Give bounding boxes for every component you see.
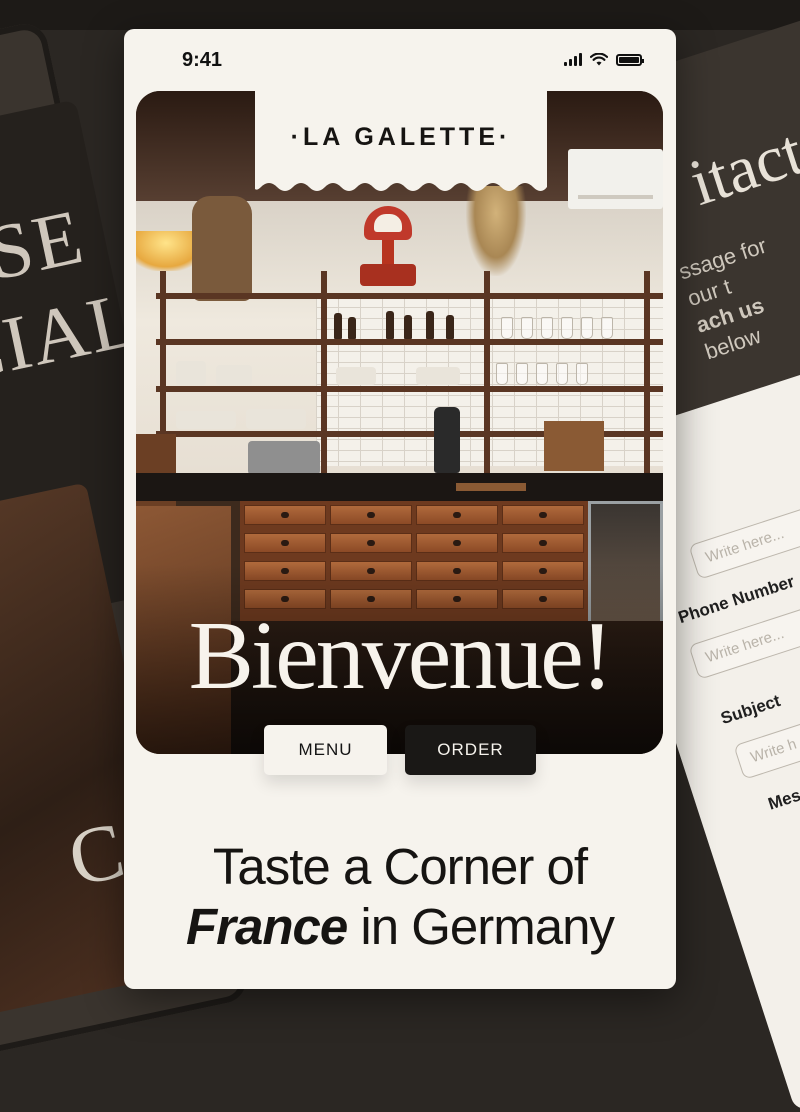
background-top bbox=[0, 0, 800, 30]
wifi-icon bbox=[590, 53, 608, 66]
photo-glasses bbox=[246, 409, 306, 429]
battery-icon bbox=[616, 54, 644, 66]
photo-jug bbox=[176, 361, 206, 385]
photo-air-conditioner bbox=[568, 149, 663, 209]
photo-glass bbox=[541, 317, 553, 339]
photo-glass bbox=[581, 317, 593, 339]
status-bar: 9:41 bbox=[124, 29, 676, 89]
photo-jug bbox=[216, 365, 252, 385]
photo-shelf bbox=[156, 339, 663, 345]
photo-bottle bbox=[446, 315, 454, 339]
photo-bottle bbox=[348, 317, 356, 339]
tagline-line1: Taste a Corner of bbox=[212, 838, 588, 895]
photo-coffee-sack bbox=[192, 196, 252, 301]
photo-glass bbox=[536, 363, 548, 385]
photo-shelf bbox=[156, 386, 663, 392]
photo-cutting-board bbox=[544, 421, 604, 471]
photo-red-scale bbox=[360, 206, 416, 286]
tagline-line2: France in Germany bbox=[124, 897, 676, 957]
tagline-line2-rest: in Germany bbox=[347, 898, 615, 955]
signal-icon bbox=[564, 53, 582, 66]
photo-bottle bbox=[386, 311, 394, 339]
photo-dried-plant bbox=[466, 186, 526, 276]
photo-glass bbox=[601, 317, 613, 339]
photo-tray bbox=[456, 483, 526, 491]
photo-shelf bbox=[156, 293, 663, 299]
tagline: Taste a Corner of France in Germany bbox=[124, 837, 676, 957]
photo-bottle bbox=[334, 313, 342, 339]
photo-plates bbox=[336, 367, 376, 385]
hero-headline: Bienvenue! bbox=[188, 602, 614, 710]
photo-bottle bbox=[426, 311, 434, 339]
photo-counter bbox=[136, 473, 663, 501]
photo-plates bbox=[416, 367, 460, 385]
hero-image: ·LA GALETTE· Bienvenue! bbox=[136, 91, 663, 754]
photo-glass bbox=[501, 317, 513, 339]
logo-tab: ·LA GALETTE· bbox=[255, 91, 547, 183]
photo-plates bbox=[176, 411, 236, 429]
status-icons bbox=[564, 53, 644, 66]
photo-glass bbox=[556, 363, 568, 385]
photo-toaster bbox=[248, 441, 320, 475]
photo-bottle bbox=[404, 315, 412, 339]
photo-glass bbox=[496, 363, 508, 385]
tagline-emphasis: France bbox=[185, 898, 348, 955]
photo-glass bbox=[561, 317, 573, 339]
status-time: 9:41 bbox=[182, 49, 223, 71]
photo-glass bbox=[516, 363, 528, 385]
photo-glass bbox=[576, 363, 588, 385]
logo-wave bbox=[255, 181, 547, 191]
photo-glass bbox=[521, 317, 533, 339]
order-button[interactable]: ORDER bbox=[405, 725, 536, 775]
brand-logo[interactable]: ·LA GALETTE· bbox=[255, 123, 547, 152]
phone-screen: 9:41 ·LA GALETTE· Bienvenue! MENU ORDER … bbox=[124, 29, 676, 989]
photo-blender bbox=[434, 407, 460, 473]
menu-button[interactable]: MENU bbox=[264, 725, 387, 775]
